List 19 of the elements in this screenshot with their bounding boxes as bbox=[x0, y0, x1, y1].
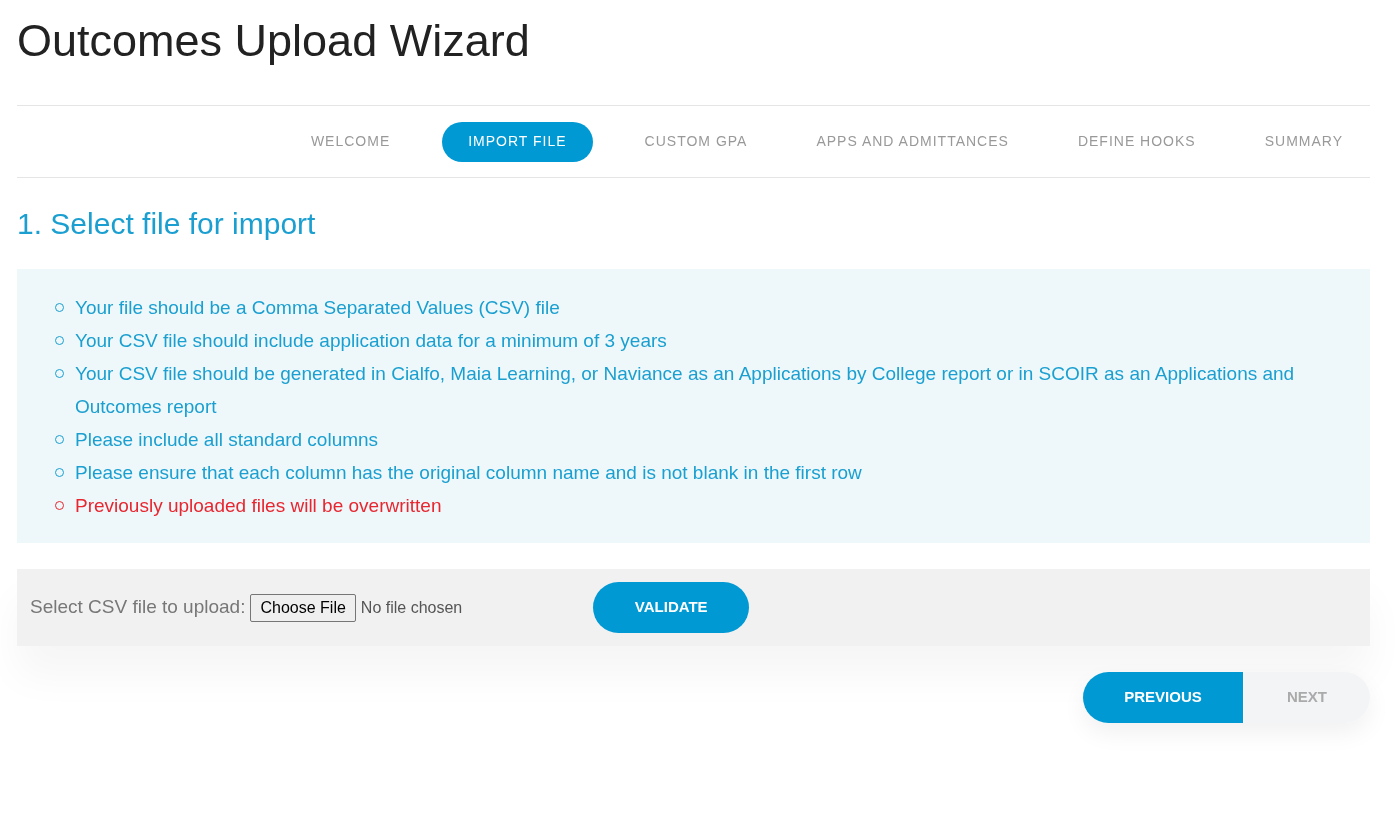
instruction-text: Your CSV file should include application data for a minimum of 3 years bbox=[75, 329, 667, 353]
file-status: No file chosen bbox=[360, 597, 463, 618]
wizard-step-tab[interactable]: IMPORT FILE bbox=[442, 121, 593, 162]
instruction-text: Your file should be a Comma Separated Values (CSV) file bbox=[75, 296, 560, 320]
section-heading: 1. Select file for import bbox=[17, 206, 316, 242]
instruction-text: Please include all standard columns bbox=[75, 428, 379, 452]
choose-file-button[interactable]: Choose File bbox=[250, 593, 356, 622]
wizard-step-tab[interactable]: APPS AND ADMITTANCES bbox=[799, 121, 1026, 162]
instruction-text: Your CSV file should be generated in Cialfo, Maia Learning, or Naviance as an Applications by College report or in SCOIR as an Applications and Outcomes report bbox=[75, 362, 1296, 419]
wizard-step-tab[interactable]: CUSTOM GPA bbox=[627, 121, 765, 162]
page-title: Outcomes Upload Wizard bbox=[17, 14, 530, 68]
previous-button[interactable]: PREVIOUS bbox=[1083, 672, 1243, 723]
wizard-step-tab[interactable]: DEFINE HOOKS bbox=[1060, 121, 1213, 162]
validate-button[interactable]: VALIDATE bbox=[593, 582, 750, 633]
instruction-text: Previously uploaded files will be overwritten bbox=[75, 494, 442, 518]
wizard-step-tab[interactable]: SUMMARY bbox=[1247, 121, 1360, 162]
instruction-text: Please ensure that each column has the original column name and is not blank in the first row bbox=[75, 461, 862, 485]
wizard-step-tab[interactable]: WELCOME bbox=[293, 121, 408, 162]
upload-label: Select CSV file to upload: bbox=[30, 595, 246, 620]
